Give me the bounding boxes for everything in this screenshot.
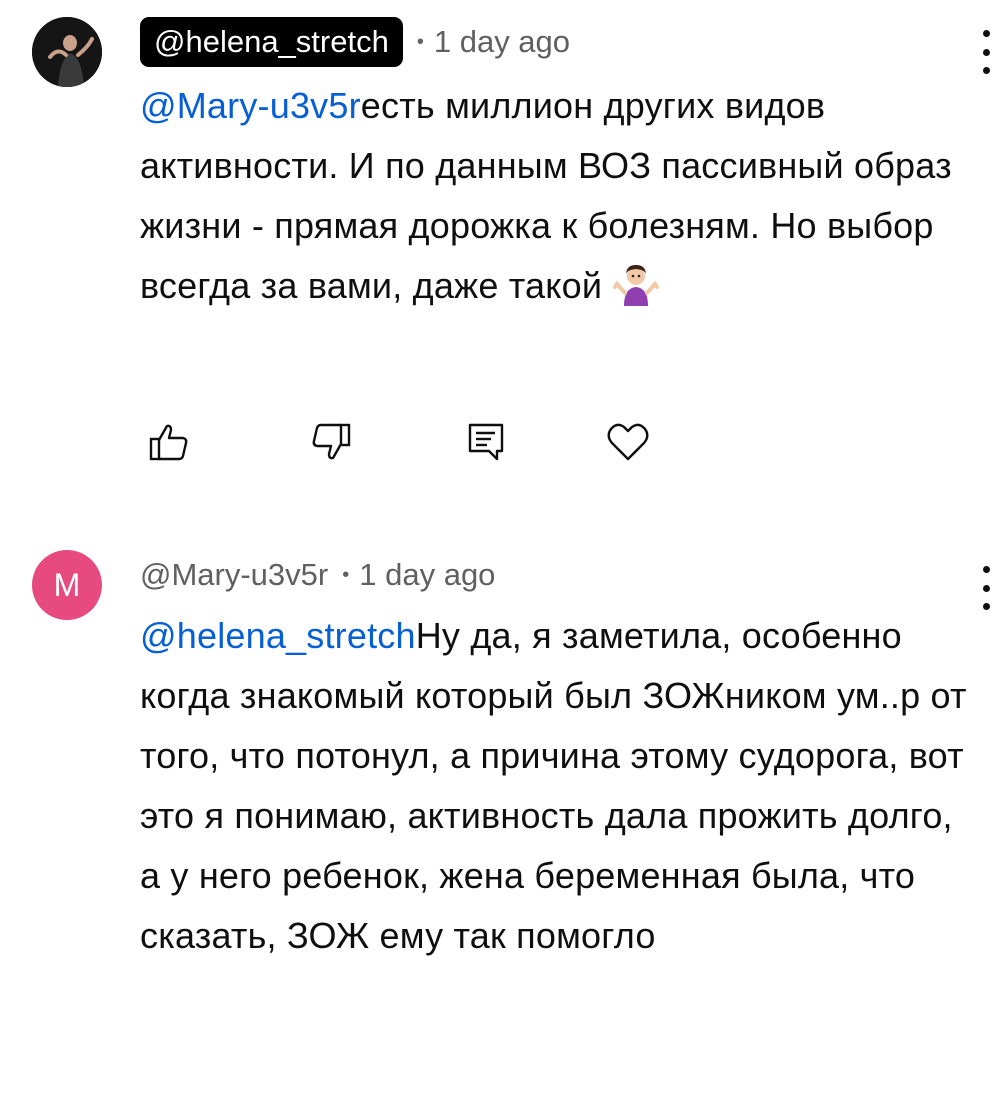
thumbs-up-icon [149, 424, 188, 461]
more-options-button[interactable] [968, 566, 1004, 610]
author-handle[interactable]: @Mary-u3v5r [140, 557, 328, 593]
dislike-button[interactable] [304, 414, 360, 470]
mention-link[interactable]: @helena_stretch [140, 615, 416, 656]
kebab-dot [982, 584, 990, 592]
comment-body: @helena_stretchНу да, я заметила, особен… [140, 606, 980, 966]
kebab-dot [982, 67, 990, 74]
heart-button[interactable] [600, 414, 656, 470]
reply-button[interactable] [458, 414, 514, 470]
kebab-dot [982, 603, 990, 610]
meta-separator: • [416, 30, 424, 53]
author-avatar[interactable] [32, 17, 102, 87]
thumbs-down-icon [312, 423, 351, 460]
avatar-photo-icon [32, 17, 102, 87]
heart-icon [607, 423, 649, 461]
comment-time: 1 day ago [359, 557, 496, 592]
comment-meta: @Mary-u3v5r • 1 day ago [140, 550, 495, 600]
comment-text: Ну да, я заметила, особенно когда знаком… [140, 615, 967, 956]
kebab-dot [982, 566, 990, 573]
kebab-dot [982, 30, 990, 37]
like-button[interactable] [140, 414, 196, 470]
author-handle[interactable]: @helena_stretch [140, 17, 403, 67]
reply-comment-icon [468, 423, 504, 461]
comment-meta: @helena_stretch • 1 day ago [140, 17, 570, 67]
comment-time: 1 day ago [433, 24, 571, 59]
mention-link[interactable]: @Mary-u3v5r [140, 85, 361, 126]
avatar-initial: M [53, 566, 81, 603]
comment-body: @Mary-u3v5rесть миллион других видов акт… [140, 76, 980, 316]
comment-actions [140, 414, 700, 474]
meta-separator: • [342, 563, 350, 586]
kebab-dot [982, 48, 990, 56]
author-avatar[interactable]: M [32, 550, 102, 620]
woman-shrugging-icon [612, 260, 660, 308]
more-options-button[interactable] [968, 30, 1004, 74]
